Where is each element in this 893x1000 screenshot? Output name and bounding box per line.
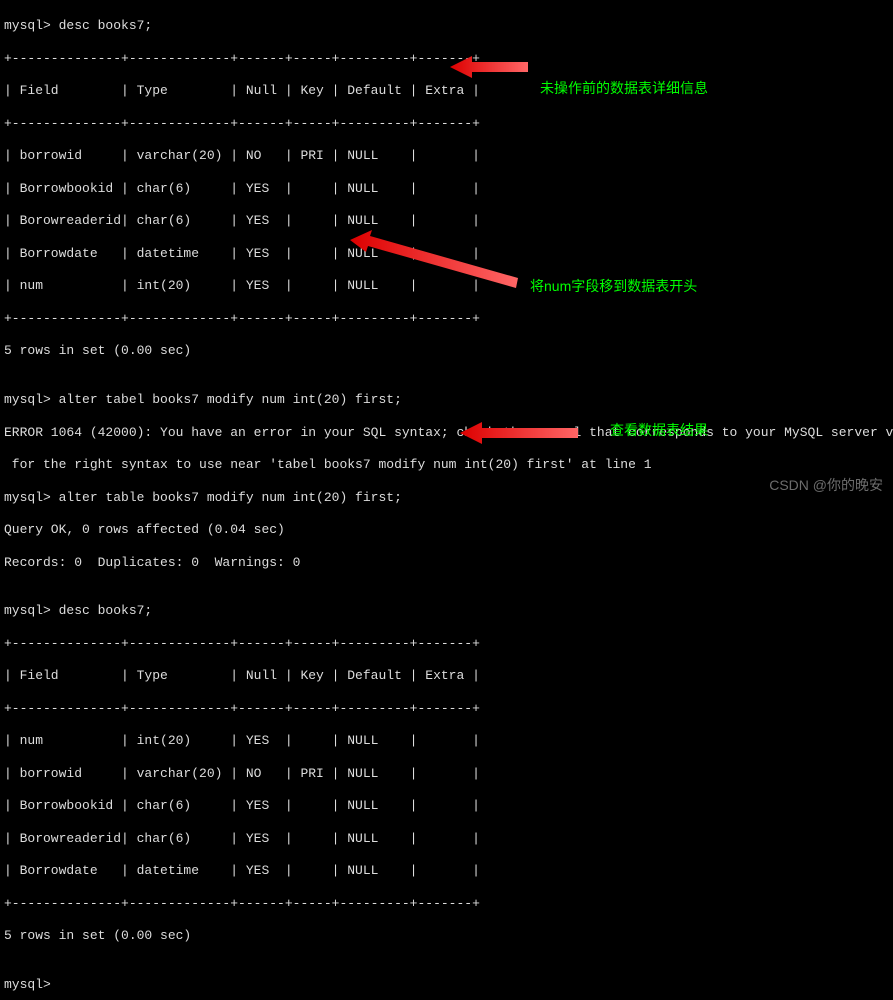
prompt-line[interactable]: mysql> alter tabel books7 modify num int… — [4, 392, 893, 408]
arrow-icon — [450, 52, 530, 82]
annotation-move: 将num字段移到数据表开头 — [530, 278, 697, 296]
table-row: | borrowid | varchar(20) | NO | PRI | NU… — [4, 148, 893, 164]
arrow-icon — [350, 230, 520, 290]
error-line: ERROR 1064 (42000): You have an error in… — [4, 425, 893, 441]
table-border: +--------------+-------------+------+---… — [4, 311, 893, 327]
table-row: | Borowreaderid| char(6) | YES | | NULL … — [4, 213, 893, 229]
prompt-line[interactable]: mysql> alter table books7 modify num int… — [4, 490, 893, 506]
result-summary: 5 rows in set (0.00 sec) — [4, 343, 893, 359]
arrow-icon — [460, 418, 580, 448]
watermark: CSDN @你的晚安 — [769, 477, 883, 495]
result-summary: 5 rows in set (0.00 sec) — [4, 928, 893, 944]
table-row: | num | int(20) | YES | | NULL | | — [4, 733, 893, 749]
records-line: Records: 0 Duplicates: 0 Warnings: 0 — [4, 555, 893, 571]
table-row: | Borrowdate | datetime | YES | | NULL |… — [4, 863, 893, 879]
table-row: | Borrowbookid | char(6) | YES | | NULL … — [4, 798, 893, 814]
table-border: +--------------+-------------+------+---… — [4, 636, 893, 652]
query-ok-line: Query OK, 0 rows affected (0.04 sec) — [4, 522, 893, 538]
annotation-result: 查看数据表结果 — [610, 422, 708, 440]
table-header: | Field | Type | Null | Key | Default | … — [4, 83, 893, 99]
table-border: +--------------+-------------+------+---… — [4, 896, 893, 912]
table-row: | Borowreaderid| char(6) | YES | | NULL … — [4, 831, 893, 847]
terminal-output: mysql> desc books7; +--------------+----… — [0, 0, 893, 1000]
table-border: +--------------+-------------+------+---… — [4, 701, 893, 717]
table-header: | Field | Type | Null | Key | Default | … — [4, 668, 893, 684]
table-row: | borrowid | varchar(20) | NO | PRI | NU… — [4, 766, 893, 782]
table-border: +--------------+-------------+------+---… — [4, 51, 893, 67]
prompt-line[interactable]: mysql> desc books7; — [4, 603, 893, 619]
table-row: | Borrowbookid | char(6) | YES | | NULL … — [4, 181, 893, 197]
table-border: +--------------+-------------+------+---… — [4, 116, 893, 132]
annotation-before: 未操作前的数据表详细信息 — [540, 80, 708, 98]
prompt-line[interactable]: mysql> desc books7; — [4, 18, 893, 34]
prompt-line[interactable]: mysql> — [4, 977, 893, 993]
error-line: for the right syntax to use near 'tabel … — [4, 457, 893, 473]
